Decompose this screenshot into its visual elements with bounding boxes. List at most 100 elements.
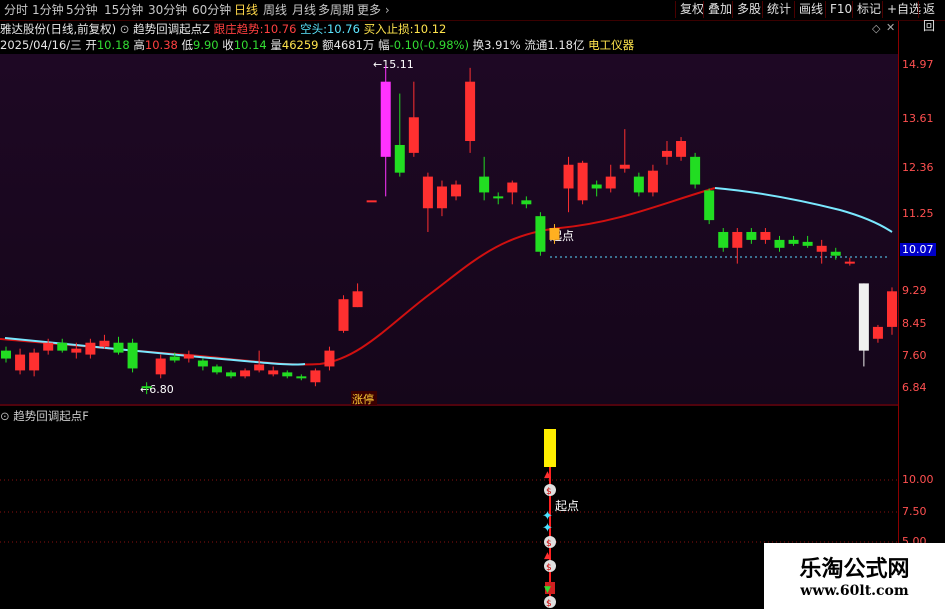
tab-more[interactable]: 更多 ›	[357, 2, 390, 18]
candle-body	[760, 231, 771, 240]
close-value: 10.14	[233, 38, 267, 52]
amount-label: 额	[322, 38, 334, 52]
arrow-down-icon: ▼	[544, 585, 551, 595]
candle-body	[816, 245, 827, 252]
low-value: 9.90	[193, 38, 219, 52]
candle-body	[493, 196, 504, 199]
candle-body	[127, 342, 138, 369]
bear-value: 10.76	[326, 22, 360, 36]
candle-body	[718, 231, 729, 248]
candle-body	[676, 141, 687, 157]
change-label: 幅	[378, 38, 390, 52]
tab-timeshare[interactable]: 分时	[4, 2, 28, 18]
amount-value: 4681万	[333, 38, 375, 52]
signal-bar	[544, 429, 556, 467]
high-annotation: ←15.11	[373, 58, 414, 71]
high-label: 高	[133, 38, 145, 52]
price-chart[interactable]: ←15.11 ←6.80 起点 涨停	[0, 54, 898, 406]
mark-button[interactable]: 标记	[852, 1, 885, 18]
candle-body	[732, 231, 743, 248]
candle-body	[169, 356, 180, 361]
candle-body	[605, 176, 616, 189]
candle-body	[465, 81, 476, 142]
indicator-header: 雅达股份(日线,前复权) ⊙ 趋势回调起点Z 跟庄趋势:10.76 空头:10.…	[0, 21, 446, 37]
candle-body	[844, 261, 855, 264]
back-button[interactable]: 返回	[918, 1, 945, 33]
arrow-up-icon: ▲	[544, 551, 551, 561]
candle-body	[521, 200, 532, 205]
candle-body	[563, 164, 574, 189]
sub-axis-tick: 10.00	[902, 473, 934, 486]
high-value: 10.38	[144, 38, 178, 52]
candle-body	[394, 144, 405, 173]
industry-label: 电工仪器	[588, 38, 635, 52]
candle-body	[226, 372, 237, 377]
low-label: 低	[181, 38, 194, 52]
candle-body	[872, 326, 883, 339]
candle-body	[436, 186, 447, 209]
tab-daily[interactable]: 日线	[234, 2, 258, 18]
butterfly-icon: ✦	[542, 521, 553, 536]
candle-body	[197, 360, 208, 367]
candle-body	[43, 342, 54, 351]
candle-body	[85, 342, 96, 355]
tab-15min[interactable]: 15分钟	[104, 2, 143, 18]
candle-body	[99, 340, 110, 347]
candle-body	[141, 386, 152, 389]
candle-body	[746, 231, 757, 240]
tab-weekly[interactable]: 周线	[263, 2, 287, 18]
candle-body	[352, 291, 363, 308]
indicator-toggle-icon[interactable]: ⊙	[0, 409, 10, 423]
change-value: -0.10(-0.98%)	[389, 38, 469, 52]
candle-body	[15, 354, 26, 371]
tab-monthly[interactable]: 月线	[292, 2, 316, 18]
multi-stock-button[interactable]: 多股	[732, 1, 765, 18]
sub-start-label: 起点	[555, 499, 579, 513]
candle-body	[296, 376, 307, 379]
indicator-toggle-icon[interactable]: ⊙	[120, 22, 130, 36]
draw-line-button[interactable]: 画线	[794, 1, 827, 18]
close-icon[interactable]: ✕	[886, 21, 895, 34]
axis-tick: 6.84	[902, 381, 927, 394]
axis-tick: 9.29	[902, 284, 927, 297]
candle-body	[451, 184, 462, 197]
candle-body	[647, 170, 658, 193]
low-annotation: ←6.80	[140, 383, 174, 396]
candle-body	[155, 358, 166, 375]
candle-body	[380, 81, 391, 157]
tab-1min[interactable]: 1分钟	[32, 2, 64, 18]
open-value: 10.18	[96, 38, 130, 52]
tab-30min[interactable]: 30分钟	[148, 2, 187, 18]
indicator-name[interactable]: 趋势回调起点Z	[133, 22, 210, 36]
candle-body	[254, 364, 265, 371]
candle-body	[282, 372, 293, 377]
money-bag-sign: $	[546, 487, 552, 497]
candle-body	[507, 182, 518, 193]
sub-axis-tick: 7.50	[902, 505, 927, 518]
diamond-icon[interactable]: ◇	[872, 22, 880, 35]
candle-body	[774, 239, 785, 248]
stock-name: 雅达股份(日线,前复权)	[0, 22, 117, 36]
candle-body	[1, 350, 11, 359]
lower-indicator-name[interactable]: 趋势回调起点F	[13, 409, 89, 423]
tab-multi-period[interactable]: 多周期	[318, 2, 354, 18]
watermark: 乐淘公式网 www.60lt.com	[764, 543, 945, 609]
axis-tick: 12.36	[902, 161, 934, 174]
candle-body	[422, 176, 433, 209]
candle-body	[704, 190, 715, 221]
candle-body	[57, 342, 68, 351]
money-bag-sign: $	[546, 539, 552, 549]
candle-body	[479, 176, 490, 193]
candle-body	[29, 352, 40, 371]
price-axis: 14.97 13.61 12.36 11.25 10.07 9.29 8.45 …	[898, 21, 945, 609]
candle-body	[802, 241, 813, 246]
stats-button[interactable]: 统计	[762, 1, 795, 18]
follow-label: 跟庄趋势:	[213, 22, 264, 36]
tab-60min[interactable]: 60分钟	[192, 2, 231, 18]
candle-body	[788, 239, 799, 244]
turnover-label: 换	[472, 38, 485, 52]
candle-body	[113, 342, 124, 353]
tab-5min[interactable]: 5分钟	[66, 2, 98, 18]
candle-body	[183, 354, 194, 359]
candle-body	[633, 176, 644, 193]
